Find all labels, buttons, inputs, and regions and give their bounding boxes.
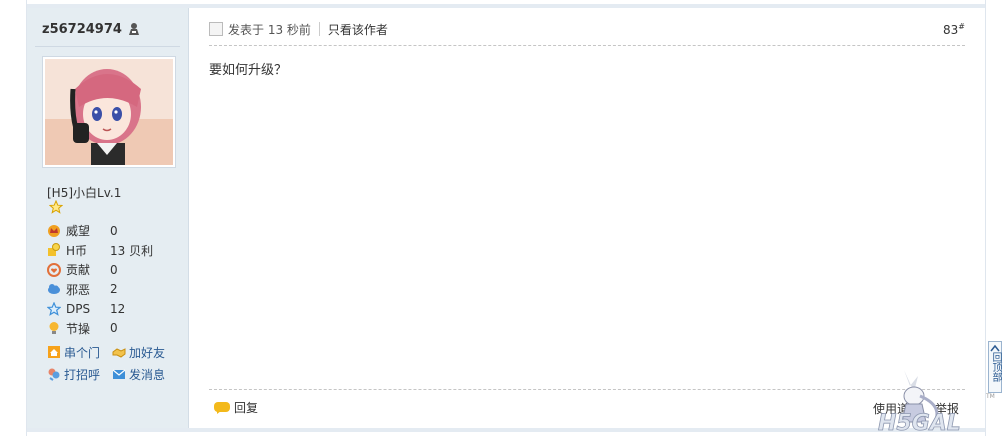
stat-label: 威望 bbox=[66, 224, 91, 239]
watermark-tm: TM bbox=[986, 393, 995, 400]
site-mascot-logo: H5GAL bbox=[878, 370, 961, 434]
send-message-button[interactable]: 发消息 bbox=[112, 366, 177, 383]
header-divider bbox=[318, 22, 320, 36]
stat-value: 13 贝利 bbox=[110, 243, 154, 258]
stat-label: 邪恶 bbox=[66, 282, 91, 297]
avatar-frame[interactable] bbox=[42, 56, 176, 168]
stat-value: 0 bbox=[110, 262, 118, 277]
coin-icon bbox=[48, 243, 60, 257]
reply-label: 回复 bbox=[234, 401, 259, 415]
svg-text:H5GAL: H5GAL bbox=[878, 411, 961, 434]
visit-button[interactable]: 串个门 bbox=[47, 344, 112, 361]
stat-row-integrity: 节操 0 bbox=[47, 319, 187, 339]
cloud-icon bbox=[48, 284, 60, 295]
avatar[interactable] bbox=[45, 59, 173, 165]
floor-number[interactable]: 83# bbox=[943, 22, 965, 37]
back-to-top-button[interactable]: 回顶部 bbox=[988, 341, 1002, 393]
user-actions: 串个门 加好友 打招呼 发消息 bbox=[47, 341, 187, 385]
username-link[interactable]: z56724974 bbox=[42, 22, 122, 37]
visit-label: 串个门 bbox=[64, 345, 101, 360]
bulb-icon bbox=[49, 322, 59, 335]
heart-icon bbox=[47, 262, 61, 277]
floor-mark: # bbox=[958, 22, 965, 31]
user-stats: 威望 0 H币 13 贝利 贡献 0 邪恶 2 DPS 12 节操 0 bbox=[47, 221, 187, 338]
stat-label: DPS bbox=[66, 301, 91, 316]
post-main: 发表于 13 秒前 只看该作者 83# 要如何升级？ 回复 使用道具 举报 bbox=[189, 8, 985, 428]
post-status-icon bbox=[209, 22, 223, 36]
name-divider bbox=[35, 46, 180, 47]
floor-number-text: 83 bbox=[943, 23, 959, 37]
handshake-icon bbox=[112, 348, 126, 358]
stat-row-prestige: 威望 0 bbox=[47, 221, 187, 241]
post-header: 发表于 13 秒前 只看该作者 83# bbox=[209, 18, 965, 40]
stat-label: 贡献 bbox=[66, 263, 91, 278]
back-to-top-label: 回顶部 bbox=[990, 352, 1001, 382]
mail-icon bbox=[112, 369, 126, 379]
send-message-label: 发消息 bbox=[129, 367, 166, 382]
home-icon bbox=[48, 346, 60, 358]
star-outline-icon bbox=[47, 301, 61, 316]
stat-row-hcoin: H币 13 贝利 bbox=[47, 241, 187, 261]
stat-value: 12 bbox=[110, 301, 126, 316]
post-bottom-border bbox=[27, 428, 985, 432]
action-row: 打招呼 发消息 bbox=[47, 363, 187, 385]
greet-label: 打招呼 bbox=[64, 367, 101, 382]
add-friend-button[interactable]: 加好友 bbox=[112, 344, 177, 361]
stat-value: 0 bbox=[110, 321, 118, 336]
online-status-icon bbox=[128, 23, 139, 35]
greet-button[interactable]: 打招呼 bbox=[47, 366, 112, 383]
action-row: 串个门 加好友 bbox=[47, 341, 187, 363]
add-friend-label: 加好友 bbox=[129, 345, 166, 360]
forum-post: z56724974 [H5]小白Lv.1 威望 0 H币 13 贝利 贡献 0 … bbox=[26, 0, 986, 436]
stat-row-evil: 邪恶 2 bbox=[47, 280, 187, 300]
stat-value: 2 bbox=[110, 282, 118, 297]
stat-label: 节操 bbox=[66, 321, 91, 336]
crown-icon bbox=[48, 224, 60, 237]
user-sidebar: z56724974 [H5]小白Lv.1 威望 0 H币 13 贝利 贡献 0 … bbox=[27, 8, 189, 428]
reply-button[interactable]: 回复 bbox=[214, 399, 258, 416]
stat-label: H币 bbox=[66, 243, 88, 258]
reply-icon bbox=[214, 401, 230, 414]
only-author-link[interactable]: 只看该作者 bbox=[328, 21, 388, 38]
header-divider-dashed bbox=[209, 45, 965, 46]
arrow-up-icon bbox=[990, 344, 1000, 352]
post-content: 要如何升级？ bbox=[209, 63, 288, 78]
rank-star-icon bbox=[49, 200, 63, 214]
stat-value: 0 bbox=[110, 223, 118, 238]
wave-icon bbox=[48, 368, 60, 381]
footer-divider-dashed bbox=[209, 389, 965, 390]
username-row: z56724974 bbox=[42, 20, 141, 38]
post-time: 发表于 13 秒前 bbox=[228, 22, 311, 37]
user-rank: [H5]小白Lv.1 bbox=[47, 186, 122, 200]
stat-row-dps: DPS 12 bbox=[47, 299, 187, 319]
stat-row-contribution: 贡献 0 bbox=[47, 260, 187, 280]
